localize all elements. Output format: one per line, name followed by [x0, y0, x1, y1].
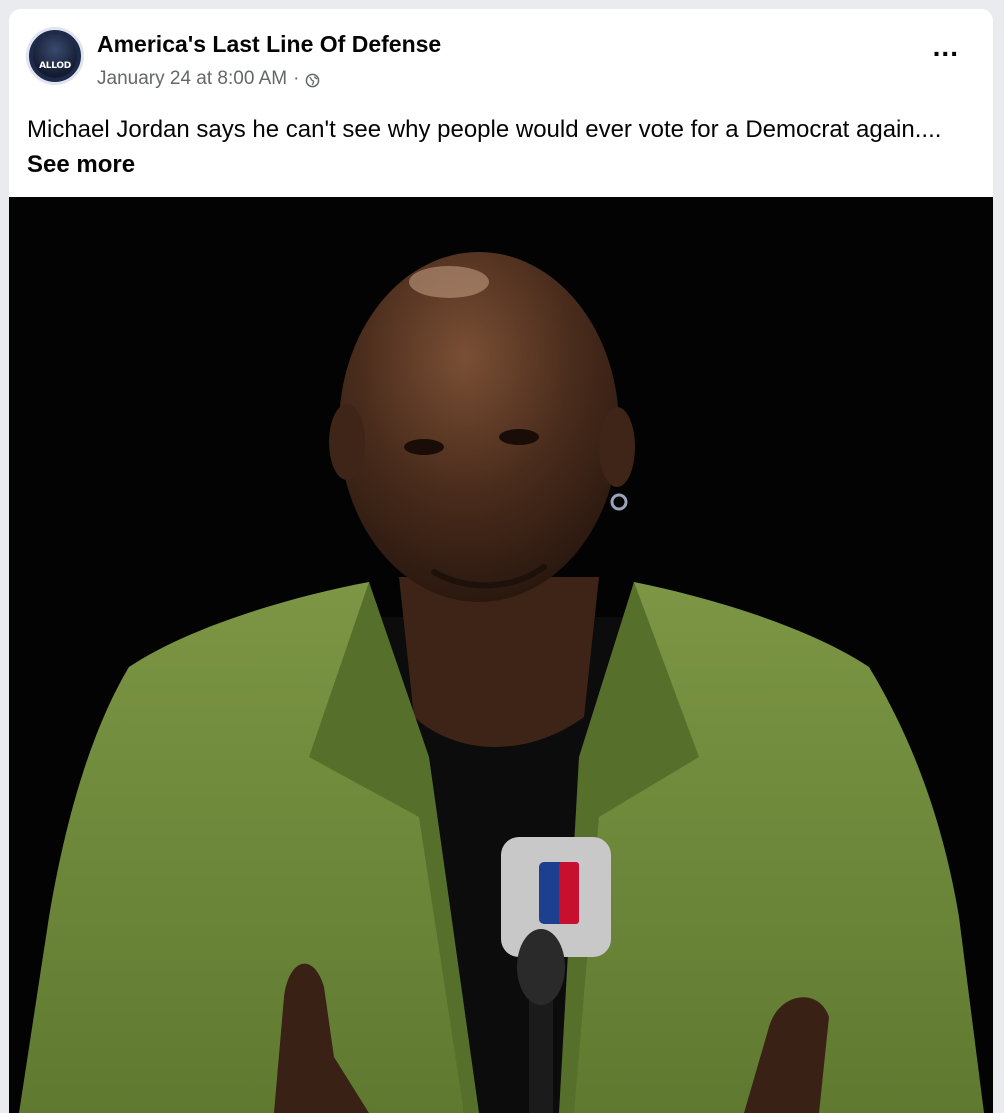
post-caption: Michael Jordan says he can't see why peo… — [27, 112, 977, 182]
globe-icon — [305, 72, 320, 87]
facebook-post: ALLOD America's Last Line Of Defense Jan… — [9, 9, 993, 1113]
page-name-link[interactable]: America's Last Line Of Defense — [97, 31, 441, 58]
post-meta: January 24 at 8:00 AM · — [97, 68, 320, 90]
mic-head — [517, 929, 565, 1005]
meta-separator: · — [293, 68, 300, 89]
page-avatar[interactable]: ALLOD — [26, 27, 84, 85]
caption-text: Michael Jordan says he can't see why peo… — [27, 116, 942, 143]
post-header: ALLOD America's Last Line Of Defense Jan… — [9, 9, 993, 197]
avatar-logo-text: ALLOD — [39, 61, 71, 71]
photo-illustration — [9, 197, 993, 1113]
ear-left — [329, 404, 365, 480]
see-more-link[interactable]: See more — [27, 151, 135, 178]
head-highlight — [409, 266, 489, 298]
ear-right — [599, 407, 635, 487]
more-options-icon[interactable]: ... — [933, 33, 959, 61]
nba-logo-red — [559, 862, 579, 924]
post-photo[interactable] — [9, 197, 993, 1113]
avatar-logo: ALLOD — [33, 34, 77, 78]
neck — [399, 577, 599, 747]
eye-left — [404, 439, 444, 455]
head — [339, 252, 619, 602]
eye-right — [499, 429, 539, 445]
post-timestamp[interactable]: January 24 at 8:00 AM — [97, 68, 287, 90]
